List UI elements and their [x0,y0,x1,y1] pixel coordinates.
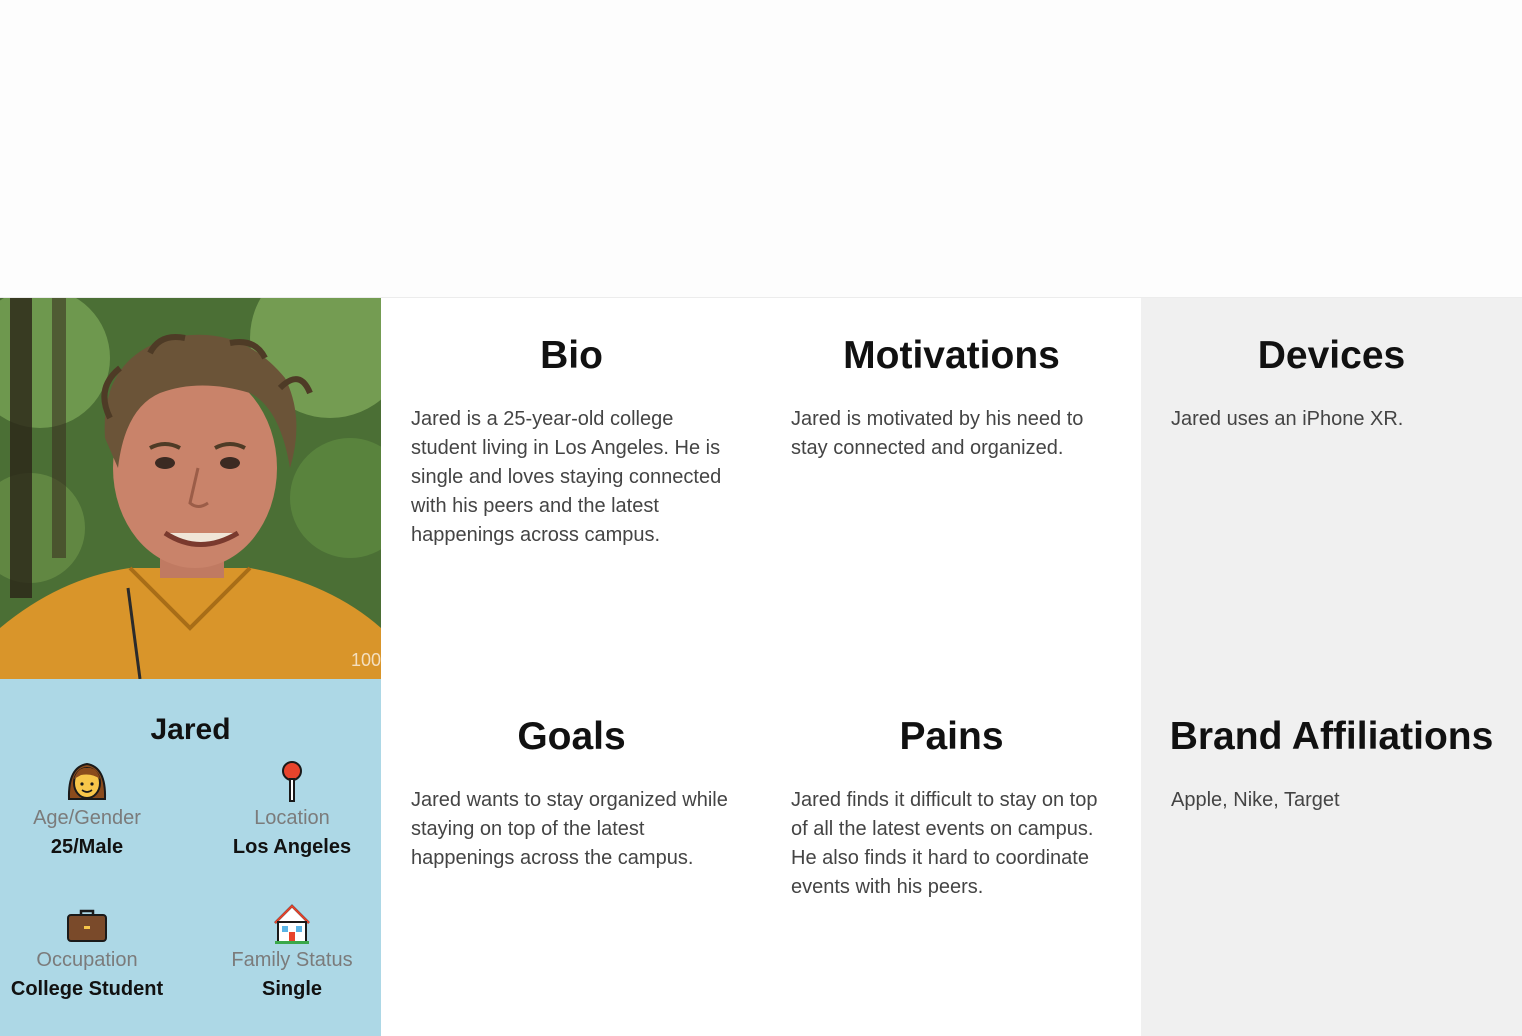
stat-label: Family Status [231,949,353,971]
stat-occupation: Occupation College Student [0,901,182,1001]
section-text: Jared is motivated by his need to stay c… [791,408,1084,459]
section-text: Jared uses an iPhone XR. [1171,408,1404,430]
stat-location: Location Los Angeles [197,759,387,859]
section-title: Pains [899,715,1004,758]
stat-label: Age/Gender [33,807,141,829]
section-title: Brand Affiliations [1169,715,1494,758]
section-title: Goals [517,715,626,758]
section-motivations: Motivations Jared is motivated by his ne… [761,298,1142,463]
column-devices-brands: Devices Jared uses an iPhone XR. Brand A… [1141,298,1522,1036]
stat-family-status: Family Status Single [197,901,387,1001]
stat-value: Single [261,978,322,1000]
section-bio: Bio Jared is a 25-year-old college stude… [381,298,762,550]
persona-name: Jared [150,713,231,746]
profile-panel: Jared Age/Gender 25/Male Location Los An… [0,679,381,1036]
section-text: Jared finds it difficult to stay on top … [791,789,1098,898]
section-title: Motivations [843,334,1060,377]
briefcase-icon [67,909,107,942]
section-text: Jared is a 25-year-old college student l… [411,408,722,546]
persona-card: 100 Jared Age/Gender 25/Male Location Lo… [0,298,1522,1036]
stat-value: College Student [10,978,164,1000]
column-motivations-pains: Motivations Jared is motivated by his ne… [761,298,1142,1036]
stat-age-gender: Age/Gender 25/Male [0,759,182,859]
top-blank-area [0,0,1522,298]
stat-label: Occupation [36,949,138,971]
persona-portrait-illustration [0,298,381,679]
stat-value: 25/Male [50,836,124,858]
persona-photo: 100 [0,298,381,679]
section-brand-affiliations: Brand Affiliations Apple, Nike, Target [1141,679,1522,815]
section-text: Apple, Nike, Target [1171,789,1340,811]
stat-label: Location [254,807,330,829]
section-pains: Pains Jared finds it difficult to stay o… [761,679,1142,902]
house-icon [274,904,310,944]
pushpin-icon [282,761,302,802]
photo-caption: 100 [350,650,381,670]
section-title: Devices [1257,334,1406,377]
woman-icon [67,762,107,800]
section-devices: Devices Jared uses an iPhone XR. [1141,298,1522,434]
section-goals: Goals Jared wants to stay organized whil… [381,679,762,873]
column-bio-goals: Bio Jared is a 25-year-old college stude… [381,298,762,1036]
section-text: Jared wants to stay organized while stay… [411,789,728,869]
stat-value: Los Angeles [232,836,352,858]
section-title: Bio [540,334,603,377]
